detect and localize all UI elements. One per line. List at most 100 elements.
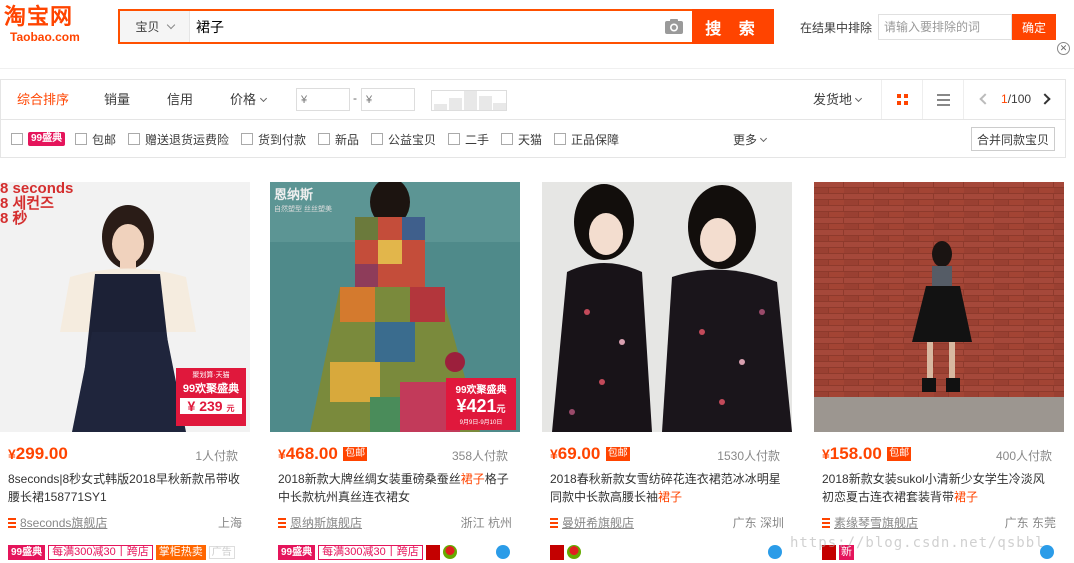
filter-cod[interactable]: 货到付款 — [241, 131, 306, 147]
image-brand: 8 seconds 8 세컨즈 8 秒 — [0, 182, 73, 226]
filter-genuine[interactable]: 正品保障 — [554, 131, 619, 147]
checkbox[interactable] — [241, 133, 253, 145]
camera-icon[interactable] — [664, 18, 684, 35]
product-price: ¥69.00 — [550, 444, 600, 463]
filter-second-hand[interactable]: 二手 — [448, 131, 489, 147]
filter-free-shipping[interactable]: 包邮 — [75, 131, 116, 147]
chevron-down-icon — [759, 134, 768, 143]
product-photo — [814, 182, 1064, 432]
checkbox[interactable] — [371, 133, 383, 145]
promo-sticker: 聚划算·天猫 99欢聚盛典 ¥ 239 元 — [176, 368, 246, 426]
checkbox[interactable] — [75, 133, 87, 145]
shop-name[interactable]: 8seconds旗舰店 — [20, 516, 107, 530]
price-distribution-graph[interactable] — [431, 90, 507, 111]
title-highlight: 裙子 — [954, 490, 979, 504]
promo-line2: 99欢聚盛典 — [182, 383, 240, 395]
product-card[interactable]: 恩纳斯 自然塑型 丝丝塑美 99欢聚盛典 ¥421元 9月9日-9月10日 ¥4… — [270, 182, 520, 563]
image-brand-kr: 8 세컨즈 — [0, 195, 54, 212]
wangwang-chat-icon[interactable] — [768, 545, 782, 559]
product-title[interactable]: 2018新款女装sukol小清新少女学生冷淡风初恋夏古连衣裙套装背带裙子 — [822, 470, 1054, 506]
product-card[interactable]: ¥158.00 包邮 400人付款 2018新款女装sukol小清新少女学生冷淡… — [814, 182, 1064, 563]
grid-icon — [897, 94, 908, 105]
grid-view-toggle[interactable] — [881, 80, 923, 119]
product-image[interactable]: 恩纳斯 自然塑型 丝丝塑美 99欢聚盛典 ¥421元 9月9日-9月10日 — [270, 182, 520, 432]
shop-icon — [822, 518, 830, 528]
sort-tab-credit[interactable]: 信用 — [167, 80, 193, 119]
filter-tmall[interactable]: 天猫 — [501, 131, 542, 147]
promo-price-value: 239 — [199, 398, 223, 414]
sort-tab-default[interactable]: 综合排序 — [17, 80, 69, 119]
image-brand-cn: 8 秒 — [0, 210, 28, 227]
location: 广东 深圳 — [732, 516, 784, 530]
shop-name[interactable]: 恩纳斯旗舰店 — [290, 516, 362, 530]
checkbox[interactable] — [554, 133, 566, 145]
product-title[interactable]: 2018新款大牌丝绸女装重磅桑蚕丝裙子格子中长款杭州真丝连衣裙女 — [278, 470, 510, 506]
shop-icon — [278, 518, 286, 528]
price-min-input[interactable] — [296, 88, 350, 111]
free-shipping-badge: 包邮 — [343, 447, 368, 461]
sort-tab-price[interactable]: 价格 — [230, 80, 268, 119]
filter-charity[interactable]: 公益宝贝 — [371, 131, 436, 147]
badge-hot[interactable]: 掌柜热卖 — [155, 544, 206, 560]
promo-price: ¥421元 — [456, 396, 506, 416]
sort-tab-sales[interactable]: 销量 — [104, 80, 130, 119]
title-text: 2018新款大牌丝绸女装重磅桑蚕丝 — [278, 472, 461, 486]
price-max-input[interactable] — [361, 88, 415, 111]
wangwang-chat-icon[interactable] — [496, 545, 510, 559]
search-button[interactable]: 搜 索 — [692, 9, 774, 44]
checkbox[interactable] — [128, 133, 140, 145]
tmall-icon[interactable] — [425, 544, 440, 560]
product-price: ¥299.00 — [8, 444, 68, 463]
exclude-confirm-button[interactable]: 确定 — [1012, 14, 1057, 40]
title-text: 8seconds|8秒女式韩版2018早秋新款吊带收腰长裙158771SY1 — [8, 472, 240, 504]
promo-price-unit: 元 — [226, 404, 235, 413]
ship-from-dropdown[interactable]: 发货地 — [813, 80, 863, 119]
tmall-icon[interactable] — [550, 544, 564, 560]
exclude-input[interactable] — [878, 14, 1013, 40]
page-indicator: 1/100 — [1001, 80, 1031, 119]
badge-row: 99盛典 每满300减30丨跨店 掌柜热卖 广告 — [8, 543, 235, 561]
filter-99[interactable]: 99盛典 — [11, 131, 66, 147]
filter-label: 赠送退货运费险 — [145, 132, 230, 147]
product-card[interactable]: 8 seconds 8 세컨즈 8 秒 聚划算·天猫 99欢聚盛典 ¥ 239 … — [0, 182, 250, 563]
filter-label: 货到付款 — [258, 132, 307, 147]
next-page-icon[interactable] — [1039, 93, 1051, 105]
promo-sticker: 99欢聚盛典 ¥421元 9月9日-9月10日 — [446, 378, 516, 430]
payers-count: 400人付款 — [995, 449, 1052, 463]
filter-return-insurance[interactable]: 赠送退货运费险 — [128, 131, 229, 147]
search-type-select[interactable]: 宝贝 — [120, 11, 190, 42]
watermark: https://blog.csdn.net/qsbbl — [790, 535, 1045, 551]
checkbox[interactable] — [318, 133, 330, 145]
shop-row: 8seconds旗舰店 上海 — [8, 514, 242, 530]
badge-99-icon[interactable]: 99盛典 — [8, 544, 46, 560]
product-card[interactable]: ¥69.00 包邮 1530人付款 2018春秋新款女雪纺碎花连衣裙范冰冰明星同… — [542, 182, 792, 563]
search-input[interactable] — [194, 11, 654, 42]
badge-promo[interactable]: 每满300减30丨跨店 — [318, 544, 423, 560]
merge-same-items-button[interactable]: 合并同款宝贝 — [971, 127, 1055, 151]
product-image[interactable] — [542, 182, 792, 432]
logo-en: Taobao.com — [10, 30, 80, 44]
chevron-down-icon — [259, 94, 268, 103]
search-type-label: 宝贝 — [135, 20, 160, 34]
product-title[interactable]: 8seconds|8秒女式韩版2018早秋新款吊带收腰长裙158771SY1 — [8, 470, 240, 506]
close-icon[interactable]: ✕ — [1057, 42, 1070, 55]
badge-99-icon[interactable]: 99盛典 — [278, 544, 316, 560]
checkbox[interactable] — [11, 133, 23, 145]
checkbox[interactable] — [501, 133, 513, 145]
shop-name[interactable]: 曼妍希旗舰店 — [562, 516, 634, 530]
product-image[interactable]: 8 seconds 8 세컨즈 8 秒 聚划算·天猫 99欢聚盛典 ¥ 239 … — [0, 182, 250, 432]
shop-name[interactable]: 素缘琴雪旗舰店 — [834, 516, 918, 530]
taobao-logo[interactable]: 淘宝网 Taobao.com — [4, 6, 104, 46]
badge-promo[interactable]: 每满300减30丨跨店 — [48, 544, 153, 560]
filter-label: 天猫 — [518, 132, 543, 147]
product-image[interactable] — [814, 182, 1064, 432]
checkbox[interactable] — [448, 133, 460, 145]
prev-page-icon[interactable] — [979, 93, 991, 105]
rose-icon[interactable] — [567, 545, 581, 559]
rose-icon[interactable] — [442, 545, 457, 559]
free-shipping-badge: 包邮 — [605, 447, 630, 461]
filter-more-dropdown[interactable]: 更多 — [733, 131, 768, 148]
product-title[interactable]: 2018春秋新款女雪纺碎花连衣裙范冰冰明星同款中长款高腰长袖裙子 — [550, 470, 782, 506]
list-view-toggle[interactable] — [923, 80, 964, 119]
filter-new[interactable]: 新品 — [318, 131, 359, 147]
